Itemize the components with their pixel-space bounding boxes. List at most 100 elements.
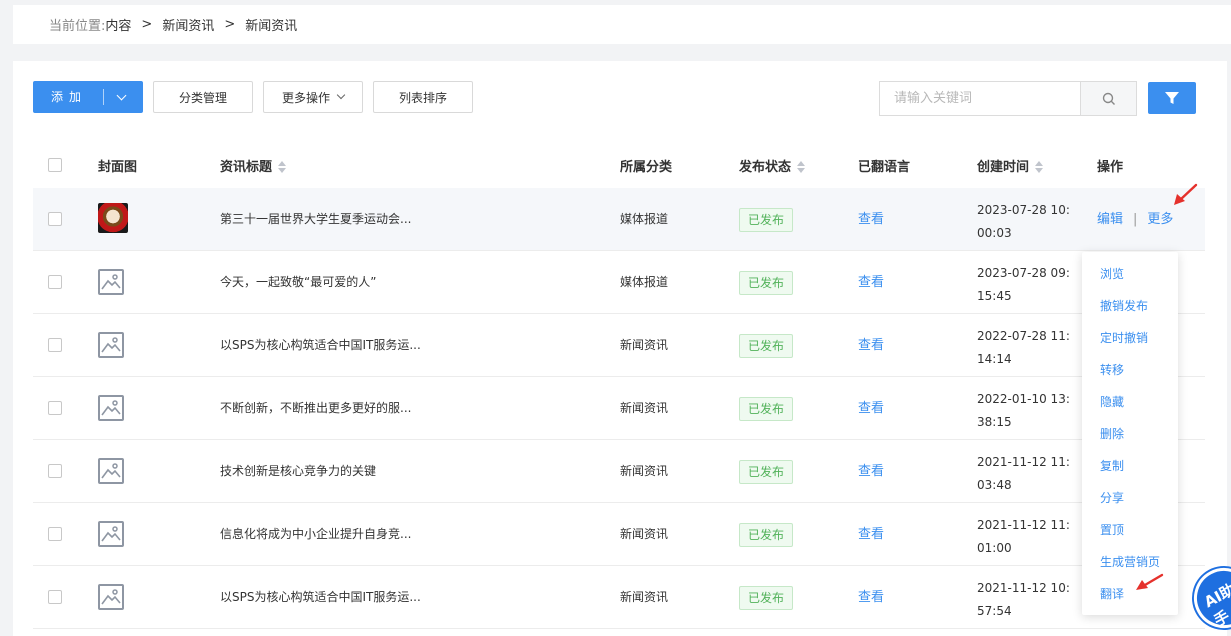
edit-link[interactable]: 编辑 <box>1097 212 1123 227</box>
filter-icon <box>1165 92 1179 104</box>
row-title[interactable]: 技术创新是核心竞争力的关键 <box>220 440 376 503</box>
cover-cell <box>98 518 128 550</box>
menu-item-transfer[interactable]: 转移 <box>1100 361 1124 378</box>
table-row: 以SPS为核心构筑适合中国IT服务运... 新闻资讯 已发布 查看 2022-07-28… <box>33 314 1205 377</box>
search-button[interactable] <box>1080 82 1136 115</box>
row-created-time: 2021-11-12 11:01:00 <box>977 518 1070 555</box>
status-badge: 已发布 <box>739 523 794 547</box>
image-placeholder-icon <box>98 584 124 610</box>
menu-item-pin[interactable]: 置顶 <box>1100 521 1124 538</box>
menu-item-copy[interactable]: 复制 <box>1100 457 1124 474</box>
add-button[interactable]: 添加 <box>33 81 143 113</box>
breadcrumb-item-current: 新闻资讯 <box>245 19 298 34</box>
column-header-status[interactable]: 发布状态 <box>739 156 806 175</box>
search-icon <box>1102 92 1115 105</box>
menu-item-browse[interactable]: 浏览 <box>1100 265 1124 282</box>
more-operations-label: 更多操作 <box>281 90 330 105</box>
ai-assistant-label: AI助手 <box>1201 580 1231 630</box>
row-checkbox[interactable] <box>48 527 62 541</box>
view-languages-link[interactable]: 查看 <box>858 314 884 377</box>
chevron-down-icon[interactable] <box>116 90 127 100</box>
row-checkbox[interactable] <box>48 590 62 604</box>
add-button-label: 添加 <box>51 89 104 105</box>
row-title[interactable]: 今天，一起致敬“最可爱的人” <box>220 251 376 314</box>
more-operations-button[interactable]: 更多操作 <box>263 81 363 113</box>
row-title[interactable]: 不断创新，不断推出更多更好的服... <box>220 377 411 440</box>
row-checkbox[interactable] <box>48 212 62 226</box>
chevron-down-icon <box>336 90 346 100</box>
row-checkbox[interactable] <box>48 275 62 289</box>
view-languages-link[interactable]: 查看 <box>858 440 884 503</box>
sort-icon[interactable] <box>278 161 287 173</box>
cover-cell <box>98 203 128 235</box>
menu-item-share[interactable]: 分享 <box>1100 489 1124 506</box>
column-header-actions: 操作 <box>1097 159 1124 175</box>
menu-item-hide[interactable]: 隐藏 <box>1100 393 1124 410</box>
sort-icon[interactable] <box>797 161 806 173</box>
image-placeholder-icon <box>98 269 124 295</box>
table-row: 不断创新，不断推出更多更好的服... 新闻资讯 已发布 查看 2022-01-10 13… <box>33 377 1205 440</box>
image-placeholder-icon <box>98 395 124 421</box>
table-row: 技术创新是核心竞争力的关键 新闻资讯 已发布 查看 2021-11-12 11:03:4… <box>33 440 1205 503</box>
search-input[interactable] <box>880 82 1080 115</box>
search-box <box>879 81 1137 116</box>
menu-item-unpublish[interactable]: 撤销发布 <box>1100 297 1148 314</box>
status-badge: 已发布 <box>739 586 794 610</box>
status-badge: 已发布 <box>739 334 794 358</box>
image-placeholder-icon <box>98 332 124 358</box>
view-languages-link[interactable]: 查看 <box>858 377 884 440</box>
table-row: 以SPS为核心构筑适合中国IT服务运... 新闻资讯 已发布 查看 2021-11-12… <box>33 566 1205 629</box>
menu-item-translate[interactable]: 翻译 <box>1100 585 1124 602</box>
breadcrumb-item-content[interactable]: 内容 <box>105 15 131 34</box>
row-created-time: 2023-07-28 10:00:03 <box>977 203 1070 240</box>
view-languages-link[interactable]: 查看 <box>858 566 884 629</box>
row-title[interactable]: 信息化将成为中小企业提升自身竞... <box>220 503 411 566</box>
cover-cell <box>98 266 128 298</box>
table-row: 信息化将成为中小企业提升自身竞... 新闻资讯 已发布 查看 2021-11-12 11… <box>33 503 1205 566</box>
breadcrumb-separator: > <box>224 17 236 32</box>
actions-divider: | <box>1133 212 1138 227</box>
row-checkbox[interactable] <box>48 401 62 415</box>
list-sort-button[interactable]: 列表排序 <box>373 81 473 113</box>
status-badge: 已发布 <box>739 271 794 295</box>
row-category: 新闻资讯 <box>620 590 669 604</box>
menu-item-delete[interactable]: 删除 <box>1100 425 1124 442</box>
view-languages-link[interactable]: 查看 <box>858 251 884 314</box>
content-panel: 添加 分类管理 更多操作 列表排序 封面图 资讯标题 所属分类 发布状态 已翻语… <box>13 61 1227 636</box>
breadcrumb-item-news[interactable]: 新闻资讯 <box>162 15 214 34</box>
breadcrumb-prefix: 当前位置: <box>49 19 106 34</box>
status-badge: 已发布 <box>739 208 794 232</box>
menu-item-scheduled-unpublish[interactable]: 定时撤销 <box>1100 329 1148 346</box>
breadcrumb: 当前位置: 内容 > 新闻资讯 > 新闻资讯 <box>13 5 1231 44</box>
sort-icon[interactable] <box>1035 161 1044 173</box>
row-title[interactable]: 第三十一届世界大学生夏季运动会... <box>220 188 411 251</box>
column-header-languages: 已翻语言 <box>858 159 911 175</box>
table-row: 今天，一起致敬“最可爱的人” 媒体报道 已发布 查看 2023-07-28 09:15:… <box>33 251 1205 314</box>
row-created-time: 2022-07-28 11:14:14 <box>977 329 1070 366</box>
image-placeholder-icon <box>98 521 124 547</box>
row-category: 新闻资讯 <box>620 464 669 478</box>
annotation-arrow-icon <box>1136 573 1164 590</box>
row-category: 媒体报道 <box>620 212 669 226</box>
row-title[interactable]: 以SPS为核心构筑适合中国IT服务运... <box>220 566 421 629</box>
row-checkbox[interactable] <box>48 338 62 352</box>
row-created-time: 2021-11-12 11:03:48 <box>977 455 1070 492</box>
filter-button[interactable] <box>1148 82 1196 114</box>
table-row: 第三十一届世界大学生夏季运动会... 媒体报道 已发布 查看 2023-07-28 10… <box>33 188 1205 251</box>
column-header-title[interactable]: 资讯标题 <box>220 156 287 175</box>
category-manage-button[interactable]: 分类管理 <box>153 81 253 113</box>
row-checkbox[interactable] <box>48 464 62 478</box>
column-header-title-label: 资讯标题 <box>220 159 273 175</box>
more-link[interactable]: 更多 <box>1147 212 1173 227</box>
breadcrumb-separator: > <box>141 17 153 32</box>
row-created-time: 2021-11-12 10:57:54 <box>977 581 1070 618</box>
row-title[interactable]: 以SPS为核心构筑适合中国IT服务运... <box>220 314 421 377</box>
view-languages-link[interactable]: 查看 <box>858 503 884 566</box>
menu-item-marketing-page[interactable]: 生成营销页 <box>1100 553 1160 570</box>
select-all-checkbox[interactable] <box>48 158 62 172</box>
more-actions-menu: 浏览 撤销发布 定时撤销 转移 隐藏 删除 复制 分享 置顶 生成营销页 翻译 <box>1082 252 1178 615</box>
cover-thumbnail <box>98 203 128 233</box>
row-created-time: 2022-01-10 13:38:15 <box>977 392 1070 429</box>
view-languages-link[interactable]: 查看 <box>858 188 884 251</box>
column-header-created[interactable]: 创建时间 <box>977 156 1044 175</box>
